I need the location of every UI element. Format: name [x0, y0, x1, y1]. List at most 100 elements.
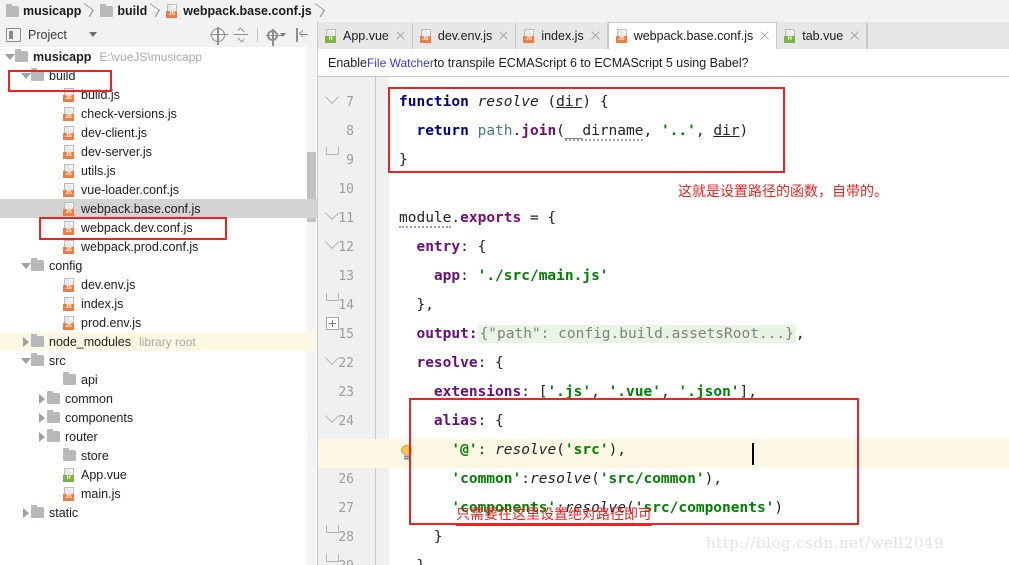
fold-marker-line29[interactable]	[326, 554, 339, 562]
tree-row[interactable]: JS dev.env.js	[0, 275, 317, 294]
line-number: 8	[346, 124, 354, 139]
editor-tab-strip[interactable]: H App.vue JS dev.env.js JS index.js JS webpack.…	[318, 22, 1009, 50]
editor-tab[interactable]: H App.vue	[318, 23, 413, 49]
editor-tab[interactable]: Htab.vue	[777, 23, 868, 49]
code-editor[interactable]: 6789101112131415222324252627282930 funct…	[318, 77, 1009, 565]
tree-row-label: config	[49, 258, 83, 273]
file-watcher-link[interactable]: File Watcher	[367, 56, 434, 70]
code-line: output: {"path": config.build.assetsRoot.…	[416, 325, 805, 343]
tree-row[interactable]: JS prod.env.js	[0, 313, 317, 332]
tree-row[interactable]: JS main.js	[0, 484, 317, 503]
code-line: module.exports = {	[399, 210, 557, 228]
editor-tab[interactable]: JS webpack.base.conf.js	[607, 22, 778, 49]
chevron-down-icon[interactable]	[4, 51, 15, 62]
breadcrumb-label: musicapp	[23, 4, 82, 18]
vue-file-icon: H	[63, 467, 76, 482]
breadcrumb-item-musicapp[interactable]: musicapp	[0, 0, 83, 22]
fold-marker-line24[interactable]	[326, 411, 339, 418]
tree-row-label: dev-client.js	[81, 125, 147, 140]
editor-tab[interactable]: JS dev.env.js	[412, 23, 517, 49]
hide-panel-icon[interactable]	[295, 27, 309, 42]
js-file-icon: JS	[63, 144, 76, 159]
chevron-down-icon[interactable]	[20, 70, 31, 81]
tree-row[interactable]: JS index.js	[0, 294, 317, 313]
tree-row[interactable]: JS build.js	[0, 85, 317, 104]
tree-row[interactable]: components	[0, 408, 317, 427]
tree-row[interactable]: JS vue-loader.conf.js	[0, 180, 317, 199]
folder-icon	[31, 505, 44, 518]
collapse-all-icon[interactable]	[234, 28, 248, 43]
gear-icon	[266, 28, 283, 46]
tree-row[interactable]: JS webpack.prod.conf.js	[0, 237, 317, 256]
chevron-right-icon[interactable]	[20, 336, 31, 347]
line-number-gutter[interactable]: 6789101112131415222324252627282930	[318, 77, 361, 565]
tree-row[interactable]: JS dev-server.js	[0, 142, 317, 161]
tree-row[interactable]: static	[0, 503, 317, 522]
code-text-area[interactable]: function resolve (dir) { return path.joi…	[389, 77, 1009, 565]
breadcrumb: musicapp build JS webpack.base.conf.js	[0, 0, 1009, 23]
project-tree[interactable]: musicapp E:\vueJS\musicapp build JS build.js…	[0, 47, 318, 565]
intention-bulb-icon[interactable]	[400, 445, 413, 462]
line-number: 10	[338, 182, 354, 197]
chevron-right-icon[interactable]	[36, 431, 47, 442]
tree-row-label: webpack.base.conf.js	[81, 201, 201, 216]
tree-row[interactable]: store	[0, 446, 317, 465]
chevron-down-icon[interactable]	[88, 32, 97, 37]
breadcrumb-item-file[interactable]: JS webpack.base.conf.js	[160, 0, 314, 22]
chevron-right-icon[interactable]	[36, 412, 47, 423]
tree-row[interactable]: node_modules library root	[0, 332, 317, 351]
tree-row[interactable]: H App.vue	[0, 465, 317, 484]
folder-icon	[6, 3, 19, 17]
tree-row-label: dev.env.js	[81, 277, 136, 292]
tree-row[interactable]: api	[0, 370, 317, 389]
tree-row[interactable]: router	[0, 427, 317, 446]
code-line: function resolve (dir) {	[399, 94, 609, 110]
close-icon[interactable]	[396, 31, 406, 41]
close-icon[interactable]	[499, 31, 509, 41]
editor-tab[interactable]: JS index.js	[516, 23, 608, 49]
tree-row[interactable]: JS check-versions.js	[0, 104, 317, 123]
locate-icon[interactable]	[210, 26, 228, 45]
tree-row[interactable]: common	[0, 389, 317, 408]
chevron-down-icon[interactable]	[20, 260, 31, 271]
tree-row-label: check-versions.js	[81, 106, 177, 121]
fold-marker-line7[interactable]	[326, 92, 339, 99]
annotation-resolve-function: 这就是设置路径的函数，自带的。	[678, 184, 888, 200]
breadcrumb-item-build[interactable]: build	[94, 0, 149, 22]
fold-marker-line22[interactable]	[326, 353, 339, 360]
tree-row[interactable]: JS webpack.dev.conf.js	[0, 218, 317, 237]
settings-button[interactable]	[266, 28, 286, 46]
tree-row-sublabel: library root	[139, 334, 196, 349]
tree-row[interactable]: JS webpack.base.conf.js	[0, 199, 317, 218]
tree-row[interactable]: config	[0, 256, 317, 275]
close-icon[interactable]	[850, 31, 860, 41]
fold-marker-line9[interactable]	[326, 147, 339, 155]
tree-row-label: prod.env.js	[81, 315, 142, 330]
editor-tab-label: dev.env.js	[437, 29, 493, 43]
fold-marker-line11[interactable]	[326, 208, 339, 215]
fold-marker-line14[interactable]	[326, 293, 339, 301]
fold-marker-line28[interactable]	[326, 525, 339, 533]
chevron-right-icon[interactable]	[20, 507, 31, 518]
fold-marker-line12[interactable]	[326, 237, 339, 244]
breadcrumb-separator-icon	[315, 0, 324, 22]
tree-row[interactable]: JS dev-client.js	[0, 123, 317, 142]
chevron-right-icon[interactable]	[36, 393, 47, 404]
folder-icon	[100, 3, 114, 17]
tree-row[interactable]: musicapp E:\vueJS\musicapp	[0, 47, 317, 66]
close-icon[interactable]	[760, 31, 770, 41]
tree-row-label: App.vue	[81, 467, 127, 482]
tree-row[interactable]: JS utils.js	[0, 161, 317, 180]
tree-row[interactable]: build	[0, 66, 317, 85]
chevron-down-icon[interactable]	[20, 355, 31, 366]
close-icon[interactable]	[591, 31, 601, 41]
code-folding-gutter[interactable]	[361, 77, 389, 565]
js-file-icon: JS	[63, 239, 76, 254]
tree-row[interactable]: src	[0, 351, 317, 370]
fold-marker-line15[interactable]	[326, 317, 339, 330]
